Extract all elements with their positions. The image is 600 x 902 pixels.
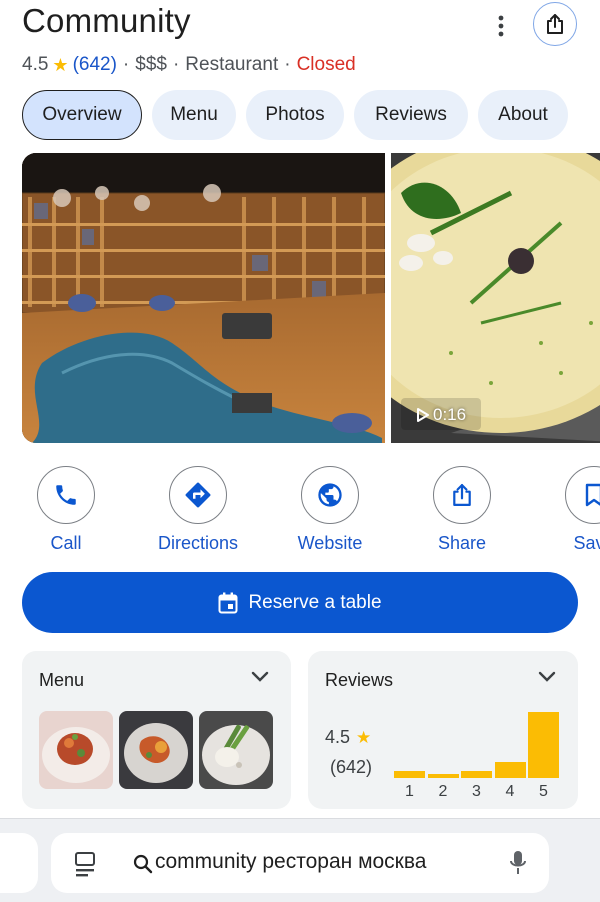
share-icon: [453, 483, 471, 506]
save-button-circle[interactable]: [565, 466, 600, 524]
tab-bar: Overview Menu Photos Reviews About: [22, 90, 568, 140]
photo-carousel[interactable]: 0:16: [22, 153, 600, 443]
more-options-button[interactable]: [486, 10, 516, 42]
tab-about[interactable]: About: [478, 90, 568, 140]
rating-bar-5: [528, 712, 559, 778]
rating-bar-3: [461, 771, 492, 778]
bookmark-icon: [585, 483, 600, 507]
restaurant-interior-photo[interactable]: [22, 153, 385, 443]
reserve-table-button[interactable]: Reserve a table: [22, 572, 578, 633]
website-button[interactable]: Website: [270, 466, 390, 554]
price-level: $$$: [135, 54, 167, 75]
rating-bar-label: 1: [405, 783, 414, 800]
tab-photos[interactable]: Photos: [246, 90, 344, 140]
video-duration-text: 0:16: [433, 405, 467, 424]
reviews-rating-value: 4.5: [325, 727, 351, 747]
menu-photo[interactable]: [119, 711, 193, 789]
open-status: Closed: [296, 54, 356, 75]
rating-bar-label: 3: [472, 783, 481, 800]
star-icon: ★: [52, 54, 69, 75]
call-label: Call: [50, 533, 82, 553]
chevron-down-icon[interactable]: [251, 671, 269, 683]
call-button-circle[interactable]: [37, 466, 95, 524]
share-button-circle[interactable]: [433, 466, 491, 524]
rating-bar-label: 4: [505, 783, 515, 800]
website-label: Website: [297, 533, 363, 553]
website-button-circle[interactable]: [301, 466, 359, 524]
play-icon: [417, 408, 429, 422]
tab-overview[interactable]: Overview: [22, 90, 142, 140]
quick-actions: Call Directions Website Share Save: [0, 466, 600, 558]
rating-bar-label: 5: [539, 783, 548, 800]
category: Restaurant: [185, 54, 279, 75]
reviews-rating: 4.5 ★: [325, 727, 371, 748]
rating-bar-label: 2: [438, 783, 448, 800]
reviews-count: (642): [330, 757, 373, 777]
rating-bar-4: [494, 762, 526, 778]
search-icon: [133, 854, 153, 874]
rating-bar-2: [427, 774, 459, 778]
separator: ·: [284, 54, 291, 75]
reserve-label: Reserve a table: [248, 591, 382, 613]
share-icon: [547, 14, 563, 34]
tab-reviews[interactable]: Reviews: [354, 90, 468, 140]
star-icon: ★: [356, 727, 372, 747]
previous-panel-button[interactable]: [0, 833, 38, 893]
call-button[interactable]: Call: [6, 466, 126, 554]
rating-value: 4.5: [22, 54, 49, 75]
directions-icon: [185, 482, 211, 508]
review-count-link[interactable]: (642): [73, 54, 117, 76]
reviews-card-title: Reviews: [325, 670, 394, 690]
separator: ·: [172, 54, 180, 75]
share-button-top[interactable]: [533, 2, 577, 46]
share-button[interactable]: Share: [402, 466, 522, 554]
calendar-icon: [218, 592, 238, 613]
tab-menu[interactable]: Menu: [152, 90, 236, 140]
bottom-search-bar: community ресторан москва: [0, 818, 600, 902]
globe-icon: [318, 483, 342, 507]
separator: ·: [122, 54, 130, 75]
search-box[interactable]: community ресторан москва: [51, 833, 549, 893]
reviews-card[interactable]: Reviews 4.5 ★ (642) 1 2 3 4 5: [308, 651, 578, 809]
menu-photo[interactable]: [39, 711, 113, 789]
video-thumbnail[interactable]: 0:16: [391, 153, 600, 443]
directions-label: Directions: [157, 533, 239, 553]
menu-card-title: Menu: [39, 670, 85, 690]
rating-bar-1: [394, 771, 425, 778]
more-vert-icon: [498, 15, 504, 37]
directions-button[interactable]: Directions: [138, 466, 258, 554]
microphone-icon[interactable]: [509, 849, 527, 877]
directions-button-circle[interactable]: [169, 466, 227, 524]
menu-photo[interactable]: [199, 711, 273, 789]
save-button[interactable]: Save: [534, 466, 600, 554]
video-duration: 0:16: [417, 405, 466, 425]
list-icon[interactable]: [73, 851, 97, 877]
save-label: Save: [573, 533, 600, 553]
place-title: Community: [22, 2, 191, 39]
place-meta: 4.5 ★ (642) · $$$ · Restaurant · Closed: [22, 54, 356, 76]
chevron-down-icon[interactable]: [538, 671, 556, 683]
rating-distribution-chart: 1 2 3 4 5: [394, 705, 564, 825]
menu-card[interactable]: Menu: [22, 651, 291, 809]
search-query[interactable]: community ресторан москва: [155, 850, 426, 874]
phone-icon: [56, 485, 76, 505]
share-label: Share: [437, 533, 487, 553]
